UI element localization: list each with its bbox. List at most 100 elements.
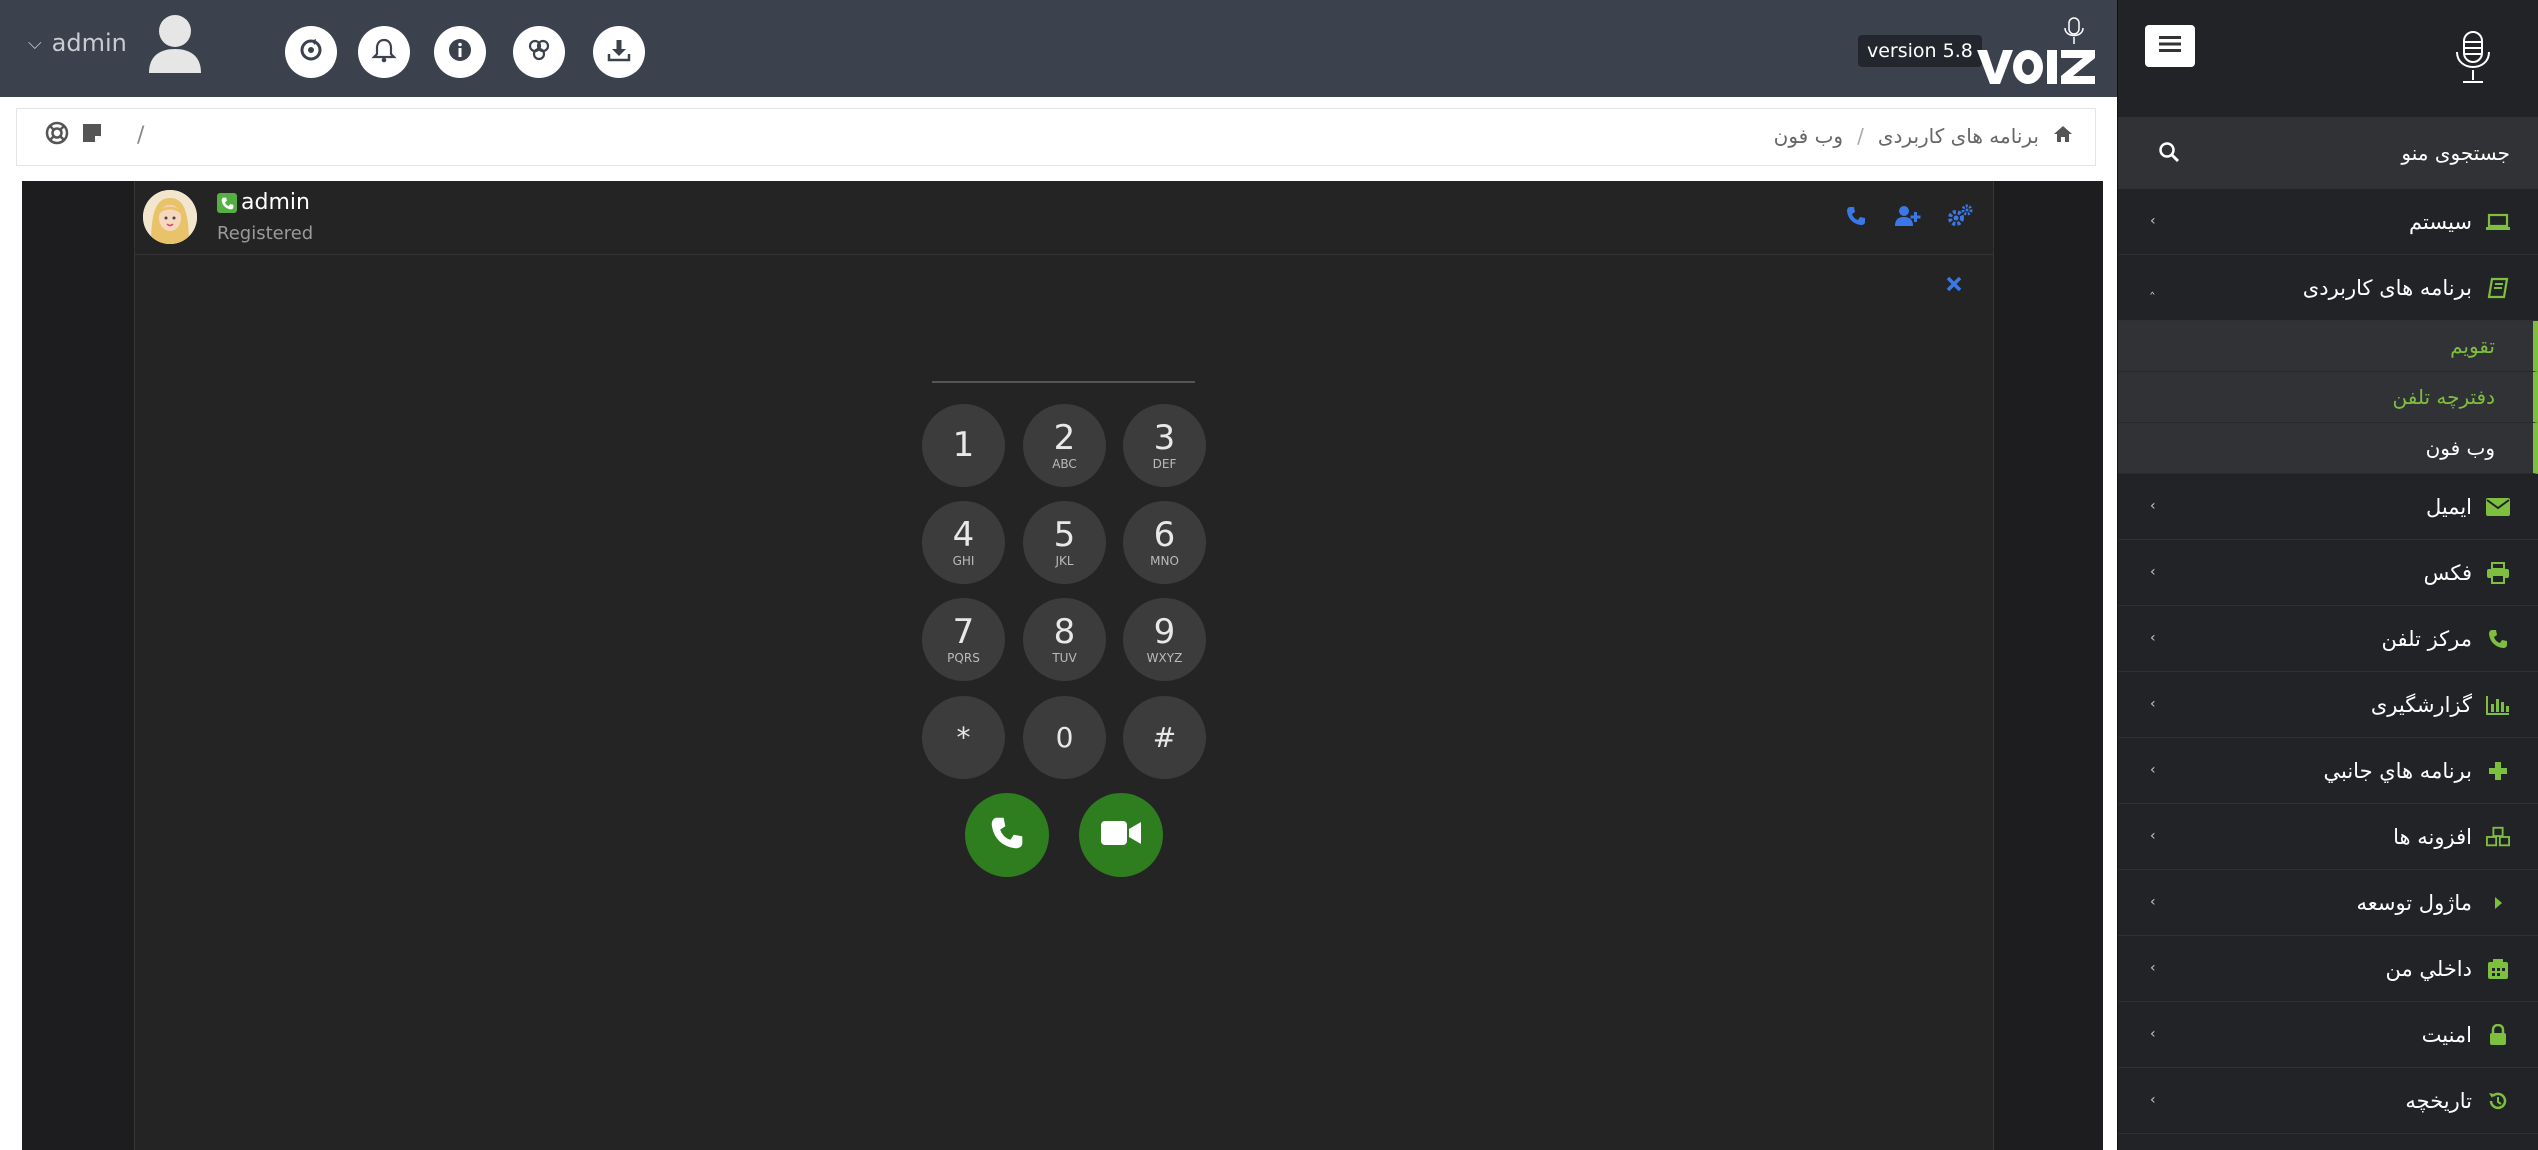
sidebar-item-label: ایمیل	[2425, 494, 2472, 519]
dial-key-letters: JKL	[1055, 553, 1074, 568]
add-contact-icon[interactable]	[1893, 201, 1923, 231]
user-avatar	[143, 190, 197, 244]
phone-status-icon	[217, 193, 237, 213]
user-avatar-icon	[145, 11, 205, 75]
sidebar-item-label: امنیت	[2421, 1022, 2472, 1047]
book-icon	[2486, 276, 2510, 300]
sidebar-subitem-calendar[interactable]: تقویم	[2118, 321, 2538, 372]
dial-key-letters: MNO	[1150, 553, 1179, 568]
refresh-button[interactable]	[285, 26, 337, 78]
search-icon[interactable]	[2158, 141, 2180, 167]
dial-key-letters: ABC	[1052, 456, 1077, 471]
dial-key-letters: WXYZ	[1146, 650, 1183, 665]
dial-key-digit: 1	[952, 424, 975, 465]
plus-icon	[2486, 759, 2510, 783]
chevron-left-icon: ‹	[2150, 213, 2156, 229]
dial-key-1[interactable]: 1	[922, 404, 1005, 487]
webphone-username: admin	[241, 190, 310, 215]
user-menu[interactable]: ⌵ admin	[28, 8, 205, 78]
dial-key-8[interactable]: 8 TUV	[1023, 598, 1106, 681]
sidebar-item-label: برنامه هاي جانبي	[2323, 758, 2472, 783]
sidebar-item-email[interactable]: ‹ ایمیل	[2118, 474, 2538, 540]
info-icon	[446, 36, 474, 68]
dial-key-5[interactable]: 5 JKL	[1023, 501, 1106, 584]
sidebar-item-call-center[interactable]: ‹ مرکز تلفن	[2118, 606, 2538, 672]
sidebar-search-input[interactable]	[2210, 135, 2510, 171]
webphone-header: admin Registered	[135, 181, 1993, 255]
history-icon	[2486, 1089, 2510, 1113]
sidebar-item-history[interactable]: ‹ تاریخچه	[2118, 1068, 2538, 1134]
sidebar-item-fax[interactable]: ‹ فکس	[2118, 540, 2538, 606]
dial-key-hash[interactable]: #	[1123, 696, 1206, 779]
download-button[interactable]	[593, 26, 645, 78]
dial-key-6[interactable]: 6 MNO	[1123, 501, 1206, 584]
phone-icon	[2486, 627, 2510, 651]
caret-right-icon	[2486, 891, 2510, 915]
info-button[interactable]	[434, 26, 486, 78]
phone-icon	[990, 816, 1024, 854]
top-bar: ⌵ admin version 5.8	[0, 0, 2117, 97]
user-name: admin	[51, 29, 127, 57]
sidebar-item-applications[interactable]: ‸ برنامه های کاربردی	[2118, 255, 2538, 321]
dial-key-4[interactable]: 4 GHI	[922, 501, 1005, 584]
settings-gears-icon[interactable]	[1945, 201, 1975, 231]
notifications-button[interactable]	[358, 26, 410, 78]
dial-key-9[interactable]: 9 WXYZ	[1123, 598, 1206, 681]
version-badge: version 5.8	[1858, 35, 1982, 67]
chevron-up-icon: ‸	[2150, 279, 2155, 295]
breadcrumb-link-applications[interactable]: برنامه های کاربردی	[1878, 124, 2039, 148]
chevron-left-icon: ‹	[2150, 1092, 2156, 1108]
sidebar-item-my-extension[interactable]: ‹ داخلي من	[2118, 936, 2538, 1002]
bar-chart-icon	[2486, 693, 2510, 717]
hamburger-icon	[2159, 35, 2181, 57]
dial-key-letters: GHI	[952, 553, 975, 568]
sidebar-item-addons[interactable]: ‹ برنامه هاي جانبي	[2118, 738, 2538, 804]
sidebar-subitem-label: دفترچه تلفن	[2392, 385, 2495, 409]
sidebar-header	[2118, 0, 2538, 117]
breadcrumb: / برنامه های کاربردی / وب فون	[16, 108, 2096, 166]
dial-key-digit: 6	[1153, 514, 1176, 555]
video-camera-icon	[1100, 818, 1142, 852]
dial-key-digit: #	[1152, 720, 1177, 754]
chevron-down-icon: ⌵	[28, 32, 42, 54]
chevron-left-icon: ‹	[2150, 960, 2156, 976]
bell-icon	[370, 36, 398, 68]
sidebar-search	[2118, 117, 2538, 189]
laptop-icon	[2486, 210, 2510, 234]
sidebar-subitem-label: تقویم	[2450, 334, 2495, 358]
dial-key-7[interactable]: 7 PQRS	[922, 598, 1005, 681]
download-icon	[605, 36, 633, 68]
voiz-logo-icon	[1975, 16, 2097, 86]
lock-icon	[2486, 1023, 2510, 1047]
sticky-note-icon[interactable]	[81, 122, 103, 148]
dial-key-star[interactable]: *	[922, 696, 1005, 779]
close-icon[interactable]	[1945, 275, 1963, 297]
video-call-button[interactable]	[1079, 793, 1163, 877]
sidebar-item-label: برنامه های کاربردی	[2302, 275, 2472, 300]
sidebar: ‹ سیستم ‸ برنامه های کاربردی تقویم دفترچ…	[2117, 0, 2538, 1150]
dial-key-3[interactable]: 3 DEF	[1123, 404, 1206, 487]
dial-key-2[interactable]: 2 ABC	[1023, 404, 1106, 487]
chevron-left-icon: ‹	[2150, 828, 2156, 844]
sidebar-item-reporting[interactable]: ‹ گزارشگیری	[2118, 672, 2538, 738]
cubes-icon	[2486, 825, 2510, 849]
sidebar-item-system[interactable]: ‹ سیستم	[2118, 189, 2538, 255]
sidebar-item-security[interactable]: ‹ امنیت	[2118, 1002, 2538, 1068]
dial-key-0[interactable]: 0	[1023, 696, 1106, 779]
home-icon[interactable]	[2053, 124, 2073, 148]
sidebar-subitem-phonebook[interactable]: دفترچه تلفن	[2118, 372, 2538, 423]
chevron-left-icon: ‹	[2150, 696, 2156, 712]
dial-key-digit: *	[956, 720, 971, 754]
menu-toggle-button[interactable]	[2145, 25, 2195, 67]
chevron-left-icon: ‹	[2150, 564, 2156, 580]
registration-status: Registered	[217, 223, 314, 244]
support-lifebuoy-icon[interactable]	[45, 121, 69, 149]
sidebar-item-label: ماژول توسعه	[2356, 890, 2472, 915]
sidebar-item-plugins[interactable]: ‹ افزونه ها	[2118, 804, 2538, 870]
sidebar-item-dev-module[interactable]: ‹ ماژول توسعه	[2118, 870, 2538, 936]
dashboard-button[interactable]	[513, 26, 565, 78]
audio-call-button[interactable]	[965, 793, 1049, 877]
sidebar-subitem-webphone[interactable]: وب فون	[2118, 423, 2538, 474]
dial-number-display[interactable]	[932, 379, 1195, 383]
dialpad-phone-icon[interactable]	[1841, 201, 1871, 231]
